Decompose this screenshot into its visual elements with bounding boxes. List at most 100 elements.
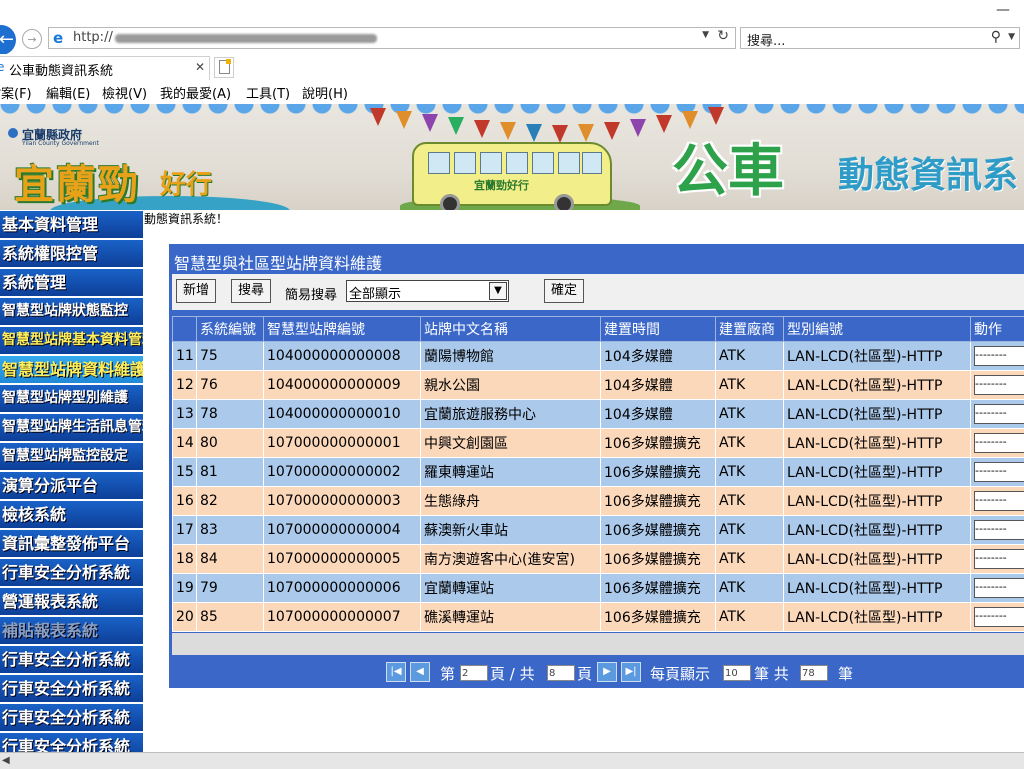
column-header: 動作 — [971, 317, 1024, 342]
column-header — [173, 317, 197, 342]
sidebar-item[interactable]: 智慧型站牌基本資料管理 — [0, 327, 143, 354]
action-select[interactable]: -------- — [974, 462, 1024, 482]
table-cell: 106多媒體擴充 — [601, 458, 716, 487]
table-cell: LAN-LCD(社區型)-HTTP — [784, 545, 971, 574]
menu-favorites[interactable]: 我的最愛(A) — [160, 83, 231, 102]
first-page-icon[interactable]: |◀ — [386, 662, 406, 682]
table-row: 1378104000000000010宜蘭旅遊服務中心104多媒體ATKLAN-… — [173, 400, 1024, 429]
total-records-field: 78 — [800, 665, 828, 681]
action-select[interactable]: -------- — [974, 404, 1024, 424]
table-cell: -------- — [971, 400, 1024, 429]
table-cell: 81 — [197, 458, 264, 487]
per-page-input[interactable]: 10 — [723, 665, 751, 681]
menu-view[interactable]: 檢視(V) — [102, 83, 147, 102]
sidebar-item[interactable]: 基本資料管理 — [0, 211, 143, 238]
table-cell: ATK — [716, 342, 784, 371]
menu-file[interactable]: 檔案(F) — [0, 83, 32, 102]
forward-arrow-icon[interactable]: → — [22, 29, 42, 49]
table-cell: LAN-LCD(社區型)-HTTP — [784, 516, 971, 545]
table-cell: LAN-LCD(社區型)-HTTP — [784, 574, 971, 603]
table-cell: 16 — [173, 487, 197, 516]
table-cell: 18 — [173, 545, 197, 574]
sidebar-item[interactable]: 行車安全分析系統 — [0, 646, 143, 673]
sidebar-item[interactable]: 智慧型站牌資料維護 — [0, 356, 143, 383]
address-text[interactable]: http:// — [73, 30, 113, 45]
last-page-icon[interactable]: ▶| — [621, 662, 641, 682]
action-select[interactable]: -------- — [974, 433, 1024, 453]
minimize-button[interactable]: — — [996, 2, 1010, 18]
sidebar-item[interactable]: 智慧型站牌生活訊息管理 — [0, 414, 143, 441]
tab-active[interactable]: e 公車動態資訊系統 ✕ — [0, 56, 210, 80]
sidebar-item[interactable]: 智慧型站牌狀態監控 — [0, 298, 143, 325]
table-cell: 15 — [173, 458, 197, 487]
sidebar-item[interactable]: 智慧型站牌型別維護 — [0, 385, 143, 412]
action-select[interactable]: -------- — [974, 375, 1024, 395]
table-cell: ATK — [716, 400, 784, 429]
menu-edit[interactable]: 編輯(E) — [46, 83, 90, 102]
menu-help[interactable]: 說明(H) — [302, 83, 348, 102]
address-bar[interactable]: e http:// ▼ ↻ — [48, 27, 736, 49]
sidebar-item[interactable]: 行車安全分析系統 — [0, 704, 143, 731]
page-prefix: 第 — [440, 663, 455, 684]
table-cell: -------- — [971, 487, 1024, 516]
table-cell: 104000000000010 — [264, 400, 421, 429]
station-table: 系統編號智慧型站牌編號站牌中文名稱建置時間建置廠商型別編號動作 11751040… — [172, 316, 1024, 632]
back-arrow-icon[interactable]: ← — [0, 25, 16, 55]
sidebar-item[interactable]: 智慧型站牌監控設定 — [0, 443, 143, 470]
confirm-button[interactable]: 確定 — [544, 279, 584, 303]
table-cell: -------- — [971, 371, 1024, 400]
logo-yilan: 宜蘭 — [14, 161, 98, 208]
column-header: 智慧型站牌編號 — [264, 317, 421, 342]
column-header: 建置時間 — [601, 317, 716, 342]
pager: |◀ ◀ 第 2 頁 / 共 8 頁 ▶ ▶| 每頁顯示 10 筆 共 78 筆 — [169, 656, 1024, 688]
action-select[interactable]: -------- — [974, 520, 1024, 540]
prev-page-icon[interactable]: ◀ — [410, 662, 430, 682]
next-page-icon[interactable]: ▶ — [597, 662, 617, 682]
action-select[interactable]: -------- — [974, 491, 1024, 511]
table-cell: ATK — [716, 487, 784, 516]
table-cell: 106多媒體擴充 — [601, 487, 716, 516]
quick-search-select[interactable]: 全部顯示 ▼ — [346, 280, 509, 302]
sidebar-item[interactable]: 資訊彙整發佈平台 — [0, 530, 143, 557]
records-unit: 筆 共 — [754, 663, 789, 684]
chevron-down-icon[interactable]: ▼ — [489, 282, 507, 300]
sidebar-item[interactable]: 行車安全分析系統 — [0, 675, 143, 702]
sidebar-item[interactable]: 檢核系統 — [0, 501, 143, 528]
table-cell: 76 — [197, 371, 264, 400]
sidebar-item[interactable]: 系統權限控管 — [0, 240, 143, 267]
table-cell: 85 — [197, 603, 264, 632]
new-tab-button[interactable] — [214, 57, 234, 78]
table-cell: 107000000000005 — [264, 545, 421, 574]
add-button[interactable]: 新增 — [176, 279, 216, 303]
action-select[interactable]: -------- — [974, 607, 1024, 627]
sidebar-item[interactable]: 營運報表系統 — [0, 588, 143, 615]
welcome-text: 動態資訊系統！ — [144, 210, 228, 227]
search-icon[interactable]: ⚲ — [991, 29, 1001, 45]
column-header: 建置廠商 — [716, 317, 784, 342]
action-select[interactable]: -------- — [974, 578, 1024, 598]
scroll-left-icon[interactable]: ◀ — [2, 755, 10, 766]
horizontal-scrollbar[interactable]: ◀ — [0, 752, 1024, 769]
search-dropdown-icon[interactable]: ▼ — [1008, 32, 1015, 42]
browser-titlebar: — — [0, 0, 1024, 24]
toolbar: 新增 搜尋 簡易搜尋 全部顯示 ▼ 確定 — [172, 274, 1024, 310]
sidebar-item[interactable]: 行車安全分析系統 — [0, 559, 143, 586]
search-button[interactable]: 搜尋 — [231, 279, 271, 303]
quick-search-value: 全部顯示 — [349, 283, 401, 302]
sidebar-item[interactable]: 補貼報表系統 — [0, 617, 143, 644]
page-number-input[interactable]: 2 — [460, 665, 488, 681]
table-cell: 106多媒體擴充 — [601, 574, 716, 603]
sidebar-item[interactable]: 演算分派平台 — [0, 472, 143, 499]
sidebar-item[interactable]: 系統管理 — [0, 269, 143, 296]
address-dropdown-icon[interactable]: ▼ — [702, 30, 709, 40]
search-input[interactable]: 搜尋... ⚲ ▼ — [740, 27, 1020, 49]
menu-tools[interactable]: 工具(T) — [246, 83, 290, 102]
table-cell: 生態綠舟 — [421, 487, 601, 516]
table-cell: 107000000000003 — [264, 487, 421, 516]
total-pages-suffix: 頁 — [577, 663, 592, 684]
action-select[interactable]: -------- — [974, 549, 1024, 569]
action-select[interactable]: -------- — [974, 346, 1024, 366]
table-cell: LAN-LCD(社區型)-HTTP — [784, 603, 971, 632]
refresh-icon[interactable]: ↻ — [717, 28, 729, 44]
close-icon[interactable]: ✕ — [195, 60, 205, 74]
